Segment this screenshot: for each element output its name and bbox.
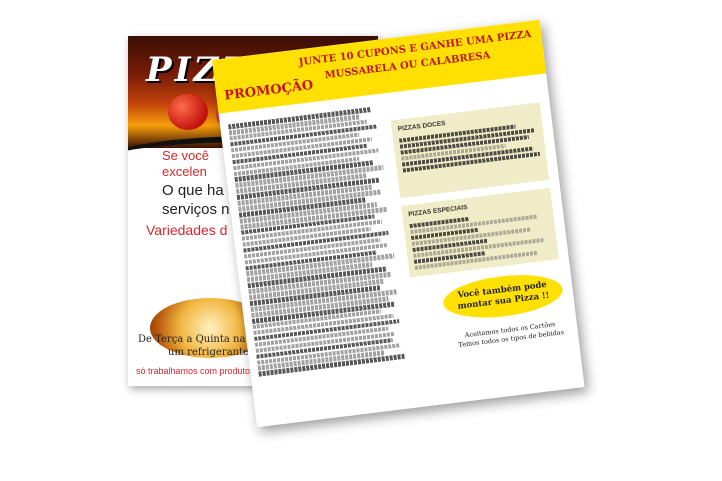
bubble-text: Você também pode montar sua Pizza !!: [456, 280, 550, 313]
build-your-pizza-bubble: Você também pode montar sua Pizza !!: [440, 269, 565, 324]
payment-note: Aceitamos todos os Cartões Temos todos o…: [445, 318, 576, 352]
front-flyer: PROMOÇÃO JUNTE 10 CUPONS E GANHE UMA PIZ…: [212, 19, 585, 428]
back-footer: só trabalhamos com produtos o: [136, 366, 263, 376]
question-line-2: serviços n: [162, 201, 230, 218]
pizza-menu-list: [227, 106, 408, 378]
sweet-pizzas-box: PIZZAS DOCES: [390, 102, 550, 199]
special-pizzas-box: PIZZAS ESPECIAIS: [401, 187, 559, 278]
variety-heading: Variedades d: [146, 222, 228, 238]
slogan-line-1: Se você: [162, 148, 209, 163]
slogan-line-2: excelen: [162, 164, 207, 179]
question-line-1: O que ha: [162, 182, 224, 199]
tomato-left: [168, 94, 208, 130]
